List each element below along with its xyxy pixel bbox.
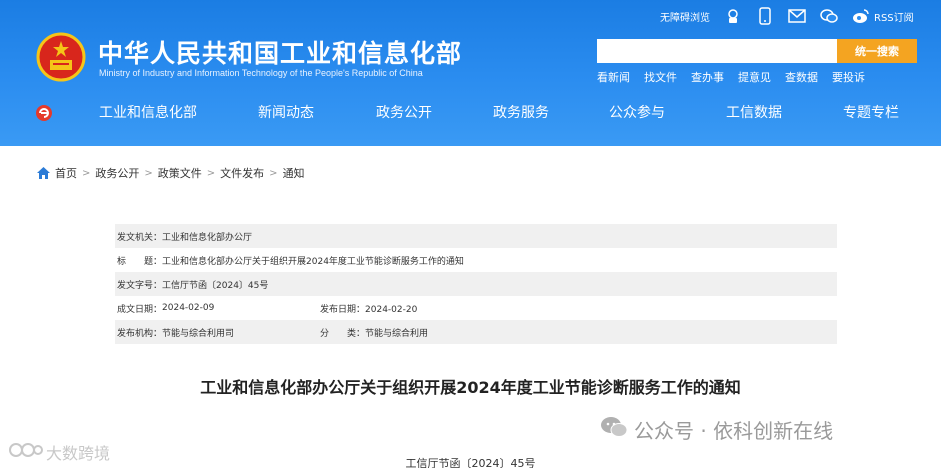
info-row-org: 发布机构： 节能与综合利用司 分 类：节能与综合利用 bbox=[115, 320, 837, 344]
wechat-watermark-icon bbox=[600, 415, 628, 444]
nav-item-news[interactable]: 新闻动态 bbox=[258, 102, 314, 122]
breadcrumb-policy[interactable]: 政策文件 bbox=[158, 165, 202, 181]
national-emblem-icon bbox=[36, 32, 86, 82]
chevron-right-icon: > bbox=[269, 167, 278, 179]
watermark-logo-icon bbox=[8, 441, 44, 463]
info-row-title: 标 题： 工业和信息化部办公厅关于组织开展2024年度工业节能诊断服务工作的通知 bbox=[115, 248, 837, 272]
doc-no-label: 发文字号： bbox=[117, 280, 163, 291]
breadcrumb-gov-affairs[interactable]: 政务公开 bbox=[95, 165, 139, 181]
doc-no-value: 工信厅节函〔2024〕45号 bbox=[162, 280, 269, 291]
document-number: 工信厅节函〔2024〕45号 bbox=[405, 457, 536, 468]
home-icon[interactable] bbox=[37, 167, 50, 179]
issuer-value: 工业和信息化部办公厅 bbox=[162, 232, 253, 243]
document-title: 工业和信息化部办公厅关于组织开展2024年度工业节能诊断服务工作的通知 bbox=[200, 378, 741, 397]
quick-links: 看新闻 找文件 查办事 提意见 查数据 要投诉 bbox=[597, 69, 865, 85]
published-value: 2024-02-20 bbox=[365, 304, 418, 315]
document-info-table: 发文机关： 工业和信息化部办公厅 标 题： 工业和信息化部办公厅关于组织开展20… bbox=[115, 224, 837, 344]
breadcrumb-notice[interactable]: 通知 bbox=[283, 165, 305, 181]
nav-item-gov-affairs[interactable]: 政务公开 bbox=[376, 102, 432, 122]
mobile-icon[interactable] bbox=[756, 7, 774, 25]
nav-item-gov-services[interactable]: 政务服务 bbox=[493, 102, 549, 122]
watermark-left: 大数跨境 bbox=[8, 440, 110, 464]
breadcrumb-home[interactable]: 首页 bbox=[55, 165, 77, 181]
main-nav: 工业和信息化部 新闻动态 政务公开 政务服务 公众参与 工信数据 专题专栏 bbox=[0, 96, 941, 130]
nav-item-public[interactable]: 公众参与 bbox=[609, 102, 665, 122]
site-subtitle: Ministry of Industry and Information Tec… bbox=[99, 68, 423, 78]
quick-link-files[interactable]: 找文件 bbox=[644, 69, 677, 85]
quick-link-data[interactable]: 查数据 bbox=[785, 69, 818, 85]
accessibility-link[interactable]: 无障碍浏览 bbox=[660, 9, 710, 24]
watermark-right: 公众号 · 依科创新在线 bbox=[600, 415, 833, 444]
published-label: 发布日期： bbox=[320, 304, 366, 315]
miit-logo-icon[interactable] bbox=[35, 104, 53, 122]
nav-item-ministry[interactable]: 工业和信息化部 bbox=[99, 102, 197, 122]
org-label: 发布机构： bbox=[117, 328, 163, 339]
quick-link-news[interactable]: 看新闻 bbox=[597, 69, 630, 85]
quick-link-complaint[interactable]: 要投诉 bbox=[832, 69, 865, 85]
site-header: 无障碍浏览 RSS订阅 中华人民共和国工业和信息化部 Ministry of I… bbox=[0, 0, 941, 146]
created-value: 2024-02-09 bbox=[162, 303, 215, 313]
info-row-dates: 成文日期： 2024-02-09 发布日期：2024-02-20 bbox=[115, 296, 837, 320]
info-row-doc-no: 发文字号： 工信厅节函〔2024〕45号 bbox=[115, 272, 837, 296]
title-label: 标 题： bbox=[117, 256, 163, 267]
mail-icon[interactable] bbox=[788, 7, 806, 25]
org-value: 节能与综合利用司 bbox=[162, 328, 235, 339]
nav-item-topics[interactable]: 专题专栏 bbox=[843, 102, 899, 122]
breadcrumb: 首页 > 政务公开 > 政策文件 > 文件发布 > 通知 bbox=[37, 165, 305, 181]
title-value: 工业和信息化部办公厅关于组织开展2024年度工业节能诊断服务工作的通知 bbox=[162, 256, 464, 267]
chevron-right-icon: > bbox=[82, 167, 91, 179]
breadcrumb-publish[interactable]: 文件发布 bbox=[220, 165, 264, 181]
watermark-right-text: 公众号 · 依科创新在线 bbox=[634, 419, 834, 443]
quick-link-feedback[interactable]: 提意见 bbox=[738, 69, 771, 85]
category-value: 节能与综合利用 bbox=[365, 328, 429, 339]
chevron-right-icon: > bbox=[144, 167, 153, 179]
header-top-links: 无障碍浏览 RSS订阅 bbox=[660, 6, 935, 26]
category-group: 分 类：节能与综合利用 bbox=[320, 326, 428, 339]
nav-item-data[interactable]: 工信数据 bbox=[726, 102, 782, 122]
category-label: 分 类： bbox=[320, 328, 366, 339]
wechat-icon[interactable] bbox=[820, 7, 838, 25]
chevron-right-icon: > bbox=[206, 167, 216, 179]
info-row-issuer: 发文机关： 工业和信息化部办公厅 bbox=[115, 224, 837, 248]
weibo-icon[interactable] bbox=[852, 7, 870, 25]
site-title: 中华人民共和国工业和信息化部 bbox=[98, 39, 463, 68]
watermark-left-text: 大数跨境 bbox=[46, 444, 111, 463]
rss-link[interactable]: RSS订阅 bbox=[874, 9, 914, 24]
created-label: 成文日期： bbox=[117, 304, 163, 315]
published-group: 发布日期：2024-02-20 bbox=[320, 302, 417, 315]
quick-link-services[interactable]: 查办事 bbox=[691, 69, 724, 85]
robot-assistant-icon[interactable] bbox=[724, 7, 742, 25]
search-input[interactable] bbox=[597, 39, 837, 63]
issuer-label: 发文机关： bbox=[117, 232, 163, 243]
search-button[interactable]: 统一搜索 bbox=[837, 39, 917, 63]
